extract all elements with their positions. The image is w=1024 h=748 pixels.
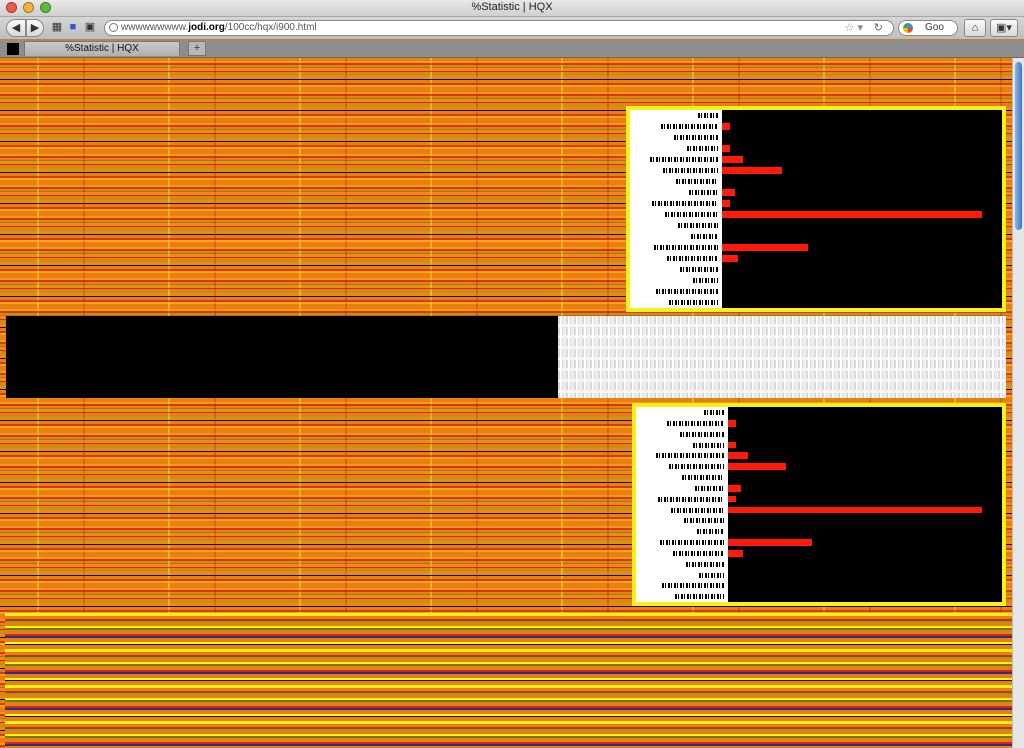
address-bar[interactable]: wwwwwwwww.jodi.org/100cc/hqx/i900.html ☆… bbox=[104, 20, 894, 36]
glitch-band-bottom bbox=[5, 613, 1012, 748]
statistic-bar bbox=[722, 156, 743, 163]
statistic-bar bbox=[722, 200, 730, 207]
panel-bar-plot bbox=[728, 407, 1002, 602]
url-domain: jodi.org bbox=[188, 22, 225, 33]
statistic-bar bbox=[722, 145, 730, 152]
globe-icon bbox=[109, 23, 118, 32]
bookmark-menu-button[interactable]: ▣▾ bbox=[990, 19, 1018, 37]
panel-label-glyphs bbox=[667, 420, 724, 426]
statistic-bar bbox=[722, 211, 982, 218]
panel-label-glyphs bbox=[662, 583, 724, 589]
statistic-panel-bottom bbox=[632, 403, 1006, 606]
forward-icon: ▶ bbox=[30, 22, 40, 34]
panel-label-glyphs bbox=[669, 464, 724, 470]
panel-label-glyphs bbox=[665, 212, 718, 217]
panel-label-glyphs bbox=[671, 507, 724, 513]
browser-toolbar: ◀ ▶ ▦ ■ ▣ wwwwwwwww.jodi.org/100cc/hqx/i… bbox=[0, 17, 1024, 39]
statistic-bar bbox=[728, 495, 736, 503]
garbled-text-strip bbox=[558, 316, 1006, 398]
panel-label-glyphs bbox=[650, 157, 718, 162]
statistic-bar bbox=[722, 244, 808, 251]
url-path: /100cc/hqx/i900.html bbox=[224, 22, 317, 33]
search-field[interactable]: Goo bbox=[898, 20, 958, 36]
statistic-bar bbox=[722, 255, 738, 262]
page-content bbox=[0, 58, 1012, 748]
panel-label-glyphs bbox=[654, 245, 718, 250]
panel-labels bbox=[630, 110, 722, 308]
lock-icon: ▣ bbox=[84, 21, 96, 33]
statistic-bar bbox=[722, 123, 730, 130]
panel-label-glyphs bbox=[678, 223, 718, 228]
panel-label-glyphs bbox=[691, 234, 718, 239]
google-icon bbox=[903, 23, 913, 33]
panel-label-glyphs bbox=[663, 168, 718, 173]
panel-label-glyphs bbox=[686, 561, 724, 567]
bookmark-icon: ▦ bbox=[51, 21, 63, 33]
panel-label-glyphs bbox=[684, 518, 724, 524]
panel-label-glyphs bbox=[687, 146, 718, 151]
panel-labels bbox=[636, 407, 728, 602]
panel-label-glyphs bbox=[661, 124, 718, 129]
panel-label-glyphs bbox=[669, 300, 718, 305]
tab-favicon bbox=[7, 43, 19, 55]
url-prefix: wwwwwwwww. bbox=[121, 22, 189, 33]
bookmark-menu-icon: ▣▾ bbox=[996, 22, 1012, 34]
save-icon: ■ bbox=[69, 21, 77, 33]
bookmarks-button[interactable]: ▦ bbox=[50, 19, 64, 37]
forward-button[interactable]: ▶ bbox=[26, 19, 44, 37]
star-icon[interactable]: ☆ ▾ bbox=[845, 21, 863, 35]
statistic-bar bbox=[728, 441, 736, 449]
statistic-bar bbox=[728, 452, 749, 460]
panel-label-glyphs bbox=[676, 179, 718, 184]
panel-label-glyphs bbox=[682, 475, 724, 480]
panel-label-glyphs bbox=[652, 201, 718, 206]
home-icon: ⌂ bbox=[971, 22, 979, 34]
search-text: Goo bbox=[925, 22, 944, 33]
vertical-scrollbar[interactable] bbox=[1012, 58, 1024, 748]
lock-button[interactable]: ▣ bbox=[83, 19, 97, 37]
statistic-bar bbox=[728, 539, 812, 546]
panel-label-glyphs bbox=[667, 256, 718, 261]
statistic-bar bbox=[728, 506, 982, 514]
panel-label-glyphs bbox=[689, 190, 718, 195]
panel-label-glyphs bbox=[680, 267, 718, 272]
panel-label-glyphs bbox=[680, 431, 724, 437]
statistic-bar bbox=[728, 549, 744, 557]
panel-label-glyphs bbox=[656, 453, 724, 459]
save-button[interactable]: ■ bbox=[66, 19, 80, 37]
new-tab-button[interactable]: + bbox=[188, 41, 206, 56]
back-button[interactable]: ◀ bbox=[6, 19, 26, 37]
panel-label-glyphs bbox=[660, 540, 724, 545]
statistic-bar bbox=[728, 463, 787, 470]
statistic-bar bbox=[728, 484, 741, 492]
reload-icon[interactable]: ↻ bbox=[874, 21, 883, 35]
scrollbar-thumb[interactable] bbox=[1015, 62, 1022, 230]
statistic-bar bbox=[722, 167, 782, 174]
tab-statistic-hqx[interactable]: %Statistic | HQX bbox=[24, 41, 180, 56]
tab-bar: %Statistic | HQX + bbox=[0, 40, 1024, 58]
panel-label-glyphs bbox=[693, 442, 724, 448]
panel-label-glyphs bbox=[697, 529, 724, 535]
panel-label-glyphs bbox=[656, 289, 718, 294]
panel-label-glyphs bbox=[695, 485, 724, 491]
statistic-bar bbox=[728, 419, 736, 427]
panel-label-glyphs bbox=[699, 572, 724, 578]
statistic-panel-top bbox=[626, 106, 1006, 312]
window-titlebar: %Statistic | HQX bbox=[0, 0, 1024, 17]
panel-label-glyphs bbox=[673, 550, 724, 556]
panel-label-glyphs bbox=[704, 410, 724, 415]
panel-label-glyphs bbox=[693, 278, 718, 283]
panel-label-glyphs bbox=[698, 113, 718, 118]
panel-bar-plot bbox=[722, 110, 1002, 308]
statistic-bar bbox=[722, 189, 735, 196]
panel-label-glyphs bbox=[674, 135, 718, 140]
black-block bbox=[6, 316, 558, 398]
panel-label-glyphs bbox=[658, 496, 724, 502]
panel-label-glyphs bbox=[675, 594, 724, 600]
back-icon: ◀ bbox=[11, 22, 21, 34]
home-button[interactable]: ⌂ bbox=[964, 19, 986, 37]
window-title: %Statistic | HQX bbox=[471, 1, 553, 13]
